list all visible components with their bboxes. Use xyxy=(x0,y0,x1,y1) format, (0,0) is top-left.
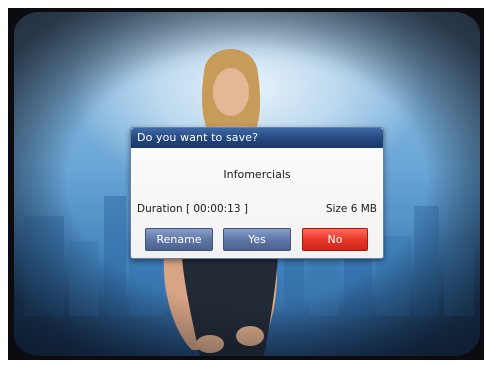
save-dialog: Do you want to save? Infomercials Durati… xyxy=(130,127,384,259)
duration-label: Duration [ 00:00:13 ] xyxy=(137,203,248,215)
rename-button[interactable]: Rename xyxy=(145,228,213,251)
tv-frame: Do you want to save? Infomercials Durati… xyxy=(8,8,484,360)
no-button[interactable]: No xyxy=(302,228,368,251)
yes-button[interactable]: Yes xyxy=(223,228,291,251)
dialog-title: Do you want to save? xyxy=(131,128,383,148)
size-label: Size 6 MB xyxy=(325,203,377,215)
recording-name: Infomercials xyxy=(223,168,291,181)
